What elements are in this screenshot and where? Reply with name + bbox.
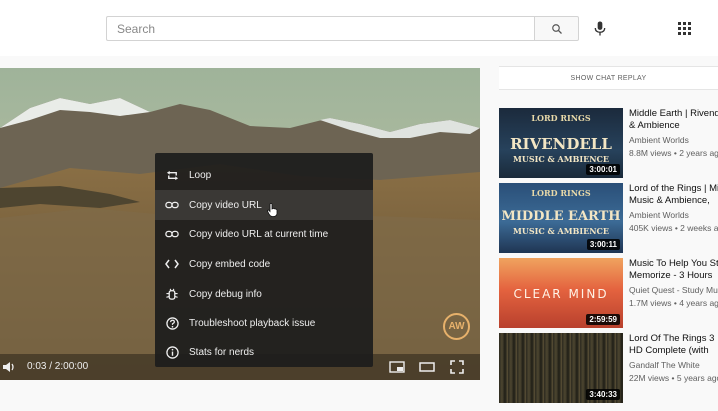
- search-icon: [551, 23, 562, 34]
- thumbnail-sub-text: MUSIC & AMBIENCE: [513, 226, 609, 236]
- thumbnail-sub-text: MUSIC & AMBIENCE: [513, 154, 609, 164]
- video-meta: 22M views • 5 years ago: [629, 373, 718, 383]
- video-thumbnail[interactable]: LORD RINGS MIDDLE EARTH MUSIC & AMBIENCE…: [499, 183, 623, 253]
- video-meta: 8.8M views • 2 years ago: [629, 148, 718, 158]
- bug-icon: [163, 285, 181, 303]
- video-title[interactable]: Middle Earth | Rivendell & Ambience: [629, 108, 718, 132]
- menu-item-label: Copy embed code: [189, 258, 271, 270]
- search-input[interactable]: Search: [106, 16, 534, 41]
- video-thumbnail[interactable]: 3:40:33: [499, 333, 623, 403]
- menu-item-label: Copy video URL at current time: [189, 228, 329, 240]
- recommendation-item[interactable]: CLEAR MIND 2:59:59 Music To Help You Stu…: [499, 258, 718, 328]
- recommendation-item[interactable]: 3:40:33 Lord Of The Rings 3 HD Complete …: [499, 333, 718, 403]
- duration-badge: 3:00:11: [586, 239, 620, 250]
- search-placeholder: Search: [117, 22, 156, 36]
- hand-cursor-icon: [267, 203, 278, 217]
- title-line: Music & Ambience,: [629, 195, 710, 206]
- masthead: Search: [0, 0, 718, 56]
- apps-button[interactable]: [673, 17, 695, 39]
- menu-item-label: Copy debug info: [189, 288, 262, 300]
- duration-badge: 3:40:33: [586, 389, 620, 400]
- menu-item-copy-url-at-time[interactable]: Copy video URL at current time: [155, 219, 373, 249]
- loop-icon: [163, 166, 181, 184]
- search-button[interactable]: [534, 16, 579, 41]
- thumbnail-main-text: CLEAR MIND: [513, 287, 609, 301]
- video-meta: 1.7M views • 4 years ago: [629, 298, 718, 308]
- menu-item-copy-debug-info[interactable]: Copy debug info: [155, 279, 373, 309]
- title-line: Middle Earth | Rivendell: [629, 108, 718, 119]
- video-title[interactable]: Lord of the Rings | Middle Earth Music &…: [629, 183, 718, 207]
- player-context-menu: Loop Copy video URL Copy video URL at cu…: [155, 153, 373, 367]
- miniplayer-button[interactable]: [387, 358, 407, 376]
- video-player[interactable]: AW Loop Copy video URL Copy video URL at…: [0, 68, 480, 380]
- menu-item-loop[interactable]: Loop: [155, 160, 373, 190]
- video-thumbnail[interactable]: CLEAR MIND 2:59:59: [499, 258, 623, 328]
- duration-badge: 3:00:01: [586, 164, 620, 175]
- time-display: 0:03 / 2:00:00: [27, 361, 89, 372]
- fullscreen-icon: [450, 360, 464, 374]
- thumbnail-top-text: LORD RINGS: [531, 113, 591, 123]
- menu-item-copy-embed-code[interactable]: Copy embed code: [155, 249, 373, 279]
- menu-item-copy-video-url[interactable]: Copy video URL: [155, 190, 373, 220]
- duration-badge: 2:59:59: [586, 314, 620, 325]
- menu-item-label: Troubleshoot playback issue: [189, 317, 316, 329]
- theater-icon: [419, 362, 435, 372]
- volume-icon: [3, 362, 14, 372]
- code-icon: [163, 255, 181, 273]
- link-icon: [163, 196, 181, 214]
- voice-search-button[interactable]: [589, 17, 611, 39]
- thumbnail-main-text: MIDDLE EARTH: [501, 209, 621, 224]
- title-line: Lord of the Rings | Middle Earth: [629, 183, 718, 194]
- title-line: Music To Help You Study and: [629, 258, 718, 269]
- microphone-icon: [594, 20, 606, 36]
- menu-item-label: Copy video URL: [189, 199, 262, 211]
- recommendation-item[interactable]: LORD RINGS RIVENDELL MUSIC & AMBIENCE 3:…: [499, 108, 718, 178]
- channel-name[interactable]: Ambient Worlds: [629, 135, 689, 145]
- title-line: Lord Of The Rings 3: [629, 333, 715, 344]
- volume-button[interactable]: [0, 358, 20, 376]
- question-icon: [163, 314, 181, 332]
- title-line: & Ambience: [629, 120, 680, 131]
- show-chat-replay-button[interactable]: SHOW CHAT REPLAY: [499, 66, 718, 90]
- menu-item-troubleshoot[interactable]: Troubleshoot playback issue: [155, 308, 373, 338]
- channel-name[interactable]: Gandalf The White: [629, 360, 700, 370]
- title-line: Memorize - 3 Hours: [629, 270, 713, 281]
- miniplayer-icon: [389, 361, 405, 373]
- recommendation-item[interactable]: LORD RINGS MIDDLE EARTH MUSIC & AMBIENCE…: [499, 183, 718, 253]
- fullscreen-button[interactable]: [447, 358, 467, 376]
- channel-name[interactable]: Ambient Worlds: [629, 210, 689, 220]
- video-meta: 405K views • 2 weeks ago: [629, 223, 718, 233]
- player-controls: 0:03 / 2:00:00: [0, 354, 480, 380]
- channel-name[interactable]: Quiet Quest - Study Music: [629, 285, 718, 295]
- title-line: HD Complete (with: [629, 345, 709, 356]
- video-thumbnail[interactable]: LORD RINGS RIVENDELL MUSIC & AMBIENCE 3:…: [499, 108, 623, 178]
- link-icon: [163, 225, 181, 243]
- channel-watermark[interactable]: AW: [443, 313, 470, 340]
- video-title[interactable]: Music To Help You Study and Memorize - 3…: [629, 258, 718, 282]
- thumbnail-top-text: LORD RINGS: [531, 188, 591, 198]
- thumbnail-main-text: RIVENDELL: [510, 135, 612, 153]
- grid-icon: [677, 21, 691, 35]
- video-title[interactable]: Lord Of The Rings 3 HD Complete (with: [629, 333, 718, 357]
- menu-item-label: Loop: [189, 169, 212, 181]
- theater-mode-button[interactable]: [417, 358, 437, 376]
